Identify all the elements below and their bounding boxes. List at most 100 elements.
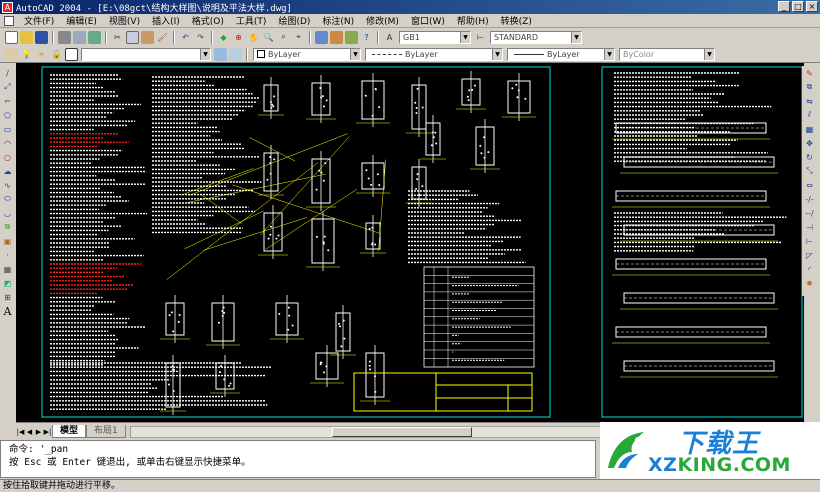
offset-icon[interactable]: ⫽ xyxy=(804,110,815,121)
multiline-text-icon[interactable]: A xyxy=(2,305,13,318)
help-icon[interactable]: ? xyxy=(360,31,373,44)
match-properties-icon[interactable]: 🖌 xyxy=(156,31,169,44)
tab-last-arrow[interactable]: ▶| xyxy=(43,426,52,438)
publish-icon[interactable] xyxy=(88,30,101,44)
scale-icon[interactable]: ⤡ xyxy=(804,166,815,177)
document-icon[interactable] xyxy=(4,15,14,26)
layer-on-icon[interactable]: 💡 xyxy=(20,48,33,61)
table-icon[interactable]: ⊞ xyxy=(2,292,13,303)
linetype-control-dropdown[interactable]: ByLayer ▼ xyxy=(365,47,503,61)
hatch-icon[interactable]: ▦ xyxy=(2,264,13,275)
chevron-down-icon[interactable]: ▼ xyxy=(571,31,581,43)
zoom-realtime-icon[interactable]: 🔍 xyxy=(262,31,275,44)
rectangle-icon[interactable]: ▭ xyxy=(2,124,13,135)
undo-icon[interactable]: ↶ xyxy=(179,31,192,44)
menu-format[interactable]: 格式(O) xyxy=(186,14,230,27)
zoom-extents-icon[interactable]: ⌖ xyxy=(292,31,305,44)
properties-icon[interactable] xyxy=(315,30,328,44)
copy-object-icon[interactable]: ⧉ xyxy=(804,82,815,93)
paste-icon[interactable] xyxy=(141,30,154,44)
zoom-previous-icon[interactable]: ⌕ xyxy=(277,31,290,44)
layer-previous-icon[interactable] xyxy=(229,47,242,61)
rotate-icon[interactable]: ↻ xyxy=(804,152,815,163)
layer-freeze-icon[interactable]: ☀ xyxy=(35,48,48,61)
horizontal-scroll-thumb[interactable] xyxy=(332,427,473,437)
chevron-down-icon[interactable]: ▼ xyxy=(604,48,614,60)
spline-icon[interactable]: ∿ xyxy=(2,180,13,191)
menu-modify[interactable]: 修改(M) xyxy=(360,14,405,27)
tool-palettes-icon[interactable] xyxy=(345,30,358,44)
arc-icon[interactable]: ◠ xyxy=(2,138,13,149)
chevron-down-icon[interactable]: ▼ xyxy=(704,48,714,60)
lineweight-control-dropdown[interactable]: ByLayer ▼ xyxy=(507,47,615,61)
menu-convert[interactable]: 转换(Z) xyxy=(495,14,538,27)
tab-prev-arrow[interactable]: ◀ xyxy=(25,426,34,438)
menu-insert[interactable]: 插入(I) xyxy=(146,14,186,27)
close-button[interactable]: × xyxy=(806,1,818,12)
maximize-button[interactable]: □ xyxy=(792,1,804,12)
chevron-down-icon[interactable]: ▼ xyxy=(350,48,360,60)
fillet-icon[interactable]: ◜ xyxy=(804,264,815,275)
dim-style-icon[interactable]: ⊢ xyxy=(474,31,487,44)
menu-draw[interactable]: 绘图(D) xyxy=(272,14,316,27)
print-icon[interactable] xyxy=(58,30,71,44)
region-icon[interactable]: ◩ xyxy=(2,278,13,289)
menu-dimension[interactable]: 标注(N) xyxy=(316,14,360,27)
cut-icon[interactable]: ✂ xyxy=(111,31,124,44)
polygon-icon[interactable]: ⬠ xyxy=(2,110,13,121)
print-preview-icon[interactable] xyxy=(73,30,86,44)
chevron-down-icon[interactable]: ▼ xyxy=(492,48,502,60)
text-style-icon[interactable]: A xyxy=(383,31,396,44)
tab-layout1[interactable]: 布局1 xyxy=(86,425,126,438)
revision-cloud-icon[interactable]: ☁ xyxy=(2,166,13,177)
save-icon[interactable] xyxy=(35,30,48,44)
menu-tools[interactable]: 工具(T) xyxy=(230,14,273,27)
polyline-icon[interactable]: ⌐ xyxy=(2,96,13,107)
break-icon[interactable]: ⊢ xyxy=(804,236,815,247)
circle-icon[interactable]: ○ xyxy=(2,152,13,163)
dim-style-dropdown[interactable]: STANDARD ▼ xyxy=(490,30,582,44)
minimize-button[interactable]: _ xyxy=(778,1,790,12)
menu-view[interactable]: 视图(V) xyxy=(103,14,146,27)
chevron-down-icon[interactable]: ▼ xyxy=(200,48,210,60)
make-object-layer-current-icon[interactable] xyxy=(214,47,227,61)
zoom-window-icon[interactable]: ⊕ xyxy=(232,31,245,44)
redo-icon[interactable]: ↷ xyxy=(194,31,207,44)
text-style-dropdown[interactable]: GB1 ▼ xyxy=(399,30,471,44)
move-icon[interactable]: ✥ xyxy=(804,138,815,149)
menu-window[interactable]: 窗口(W) xyxy=(405,14,451,27)
array-icon[interactable]: ▦ xyxy=(804,124,815,135)
line-icon[interactable]: / xyxy=(2,68,13,79)
plot-style-dropdown[interactable]: ByColor ▼ xyxy=(619,47,715,61)
color-control-dropdown[interactable]: ByLayer ▼ xyxy=(253,47,361,61)
erase-icon[interactable]: ✎ xyxy=(804,68,815,79)
copy-icon[interactable] xyxy=(126,30,139,44)
menu-help[interactable]: 帮助(H) xyxy=(451,14,495,27)
break-at-point-icon[interactable]: ⊣ xyxy=(804,222,815,233)
open-folder-icon[interactable] xyxy=(20,30,33,44)
design-center-icon[interactable] xyxy=(330,30,343,44)
point-icon[interactable]: · xyxy=(2,250,13,261)
trim-icon[interactable]: -/- xyxy=(804,194,815,205)
tab-first-arrow[interactable]: |◀ xyxy=(16,426,25,438)
draw-order-icon[interactable]: ◆ xyxy=(217,31,230,44)
construction-line-icon[interactable]: ⤢ xyxy=(2,82,13,93)
new-file-icon[interactable] xyxy=(5,30,18,44)
pan-icon[interactable]: ✋ xyxy=(247,31,260,44)
stretch-icon[interactable]: ⇔ xyxy=(804,180,815,191)
tab-next-arrow[interactable]: ▶ xyxy=(34,426,43,438)
layer-manager-icon[interactable] xyxy=(5,47,18,61)
menu-file[interactable]: 文件(F) xyxy=(18,14,60,27)
mirror-icon[interactable]: ⇋ xyxy=(804,96,815,107)
layer-dropdown[interactable]: ▼ xyxy=(81,47,211,61)
menu-edit[interactable]: 编辑(E) xyxy=(60,14,103,27)
explode-icon[interactable]: ✸ xyxy=(804,278,815,289)
ellipse-icon[interactable]: ⬭ xyxy=(2,194,13,205)
ellipse-arc-icon[interactable]: ◡ xyxy=(2,208,13,219)
extend-icon[interactable]: --/ xyxy=(804,208,815,219)
layer-lock-icon[interactable]: 🔓 xyxy=(50,48,63,61)
tab-model[interactable]: 模型 xyxy=(52,425,87,438)
command-window[interactable]: 命令: '_pan 按 Esc 或 Enter 键退出, 或单击右键显示快捷菜单… xyxy=(0,440,596,478)
make-block-icon[interactable]: ▣ xyxy=(2,236,13,247)
layer-color-icon[interactable] xyxy=(65,47,78,61)
